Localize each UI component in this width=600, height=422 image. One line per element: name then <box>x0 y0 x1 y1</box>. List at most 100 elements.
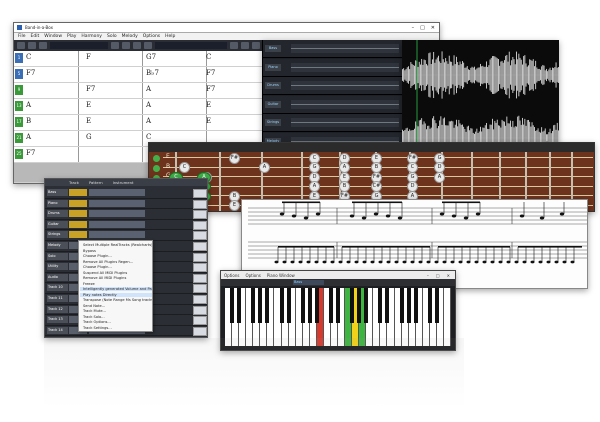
context-menu-item[interactable]: Bypass <box>83 249 96 253</box>
menu-item[interactable]: Melody <box>122 34 138 39</box>
chord-row[interactable]: 9 F7 A F7 <box>14 83 262 99</box>
chord-symbol[interactable]: G <box>86 133 92 141</box>
track-instrument-field[interactable] <box>89 220 145 228</box>
stop-button[interactable] <box>28 42 36 49</box>
menu-item[interactable]: Options <box>143 34 160 39</box>
context-menu-item[interactable]: Remove All Plugins Regen... <box>83 260 133 264</box>
black-key[interactable] <box>286 288 291 323</box>
menu-item[interactable]: File <box>18 34 26 39</box>
black-key[interactable] <box>406 288 411 323</box>
black-key[interactable] <box>434 288 439 323</box>
chord-symbol[interactable]: B <box>26 117 31 125</box>
track-type-chip[interactable] <box>69 189 87 196</box>
fret-note[interactable]: A <box>434 172 445 183</box>
context-menu-item[interactable]: Transpose (Note Range Ms Song tracks) <box>83 298 152 302</box>
fret-note[interactable]: A <box>259 162 270 173</box>
context-menu-item[interactable]: Remove All MIDI Plugins <box>83 276 126 280</box>
black-key[interactable] <box>350 288 355 323</box>
black-key[interactable] <box>427 288 432 323</box>
menu-item[interactable]: Solo <box>107 34 117 39</box>
toolbar-button[interactable] <box>252 42 260 49</box>
black-key[interactable] <box>307 288 312 323</box>
black-key[interactable] <box>265 288 270 323</box>
menu-item[interactable]: Play <box>67 34 76 39</box>
chord-row[interactable]: 13 A E A E <box>14 99 262 115</box>
track-name[interactable]: Track 12 <box>47 305 68 313</box>
context-menu-item[interactable]: Play notes Directly <box>80 292 152 297</box>
track-type-chip[interactable] <box>69 231 87 239</box>
chord-symbol[interactable]: F7 <box>206 69 215 77</box>
track-type-chip[interactable] <box>69 199 87 207</box>
toolbar-button[interactable] <box>111 42 119 49</box>
track-lane-region[interactable] <box>291 99 399 109</box>
chord-symbol[interactable]: F <box>86 53 91 61</box>
context-menu-item[interactable]: Track Options... <box>83 320 111 324</box>
track-lane[interactable]: Piano <box>263 58 403 77</box>
track-name[interactable]: Track 14 <box>47 326 68 334</box>
track-name[interactable]: Bass <box>47 189 68 196</box>
toolbar-button[interactable] <box>230 42 238 49</box>
black-key[interactable] <box>399 288 404 323</box>
close-icon[interactable]: ✕ <box>431 25 435 31</box>
black-key[interactable] <box>364 288 369 323</box>
track-options-button[interactable] <box>193 326 207 336</box>
track-name[interactable]: Drums <box>47 210 68 218</box>
chord-symbol[interactable]: C <box>26 53 31 61</box>
track-lane[interactable]: Drums <box>263 77 403 95</box>
track-name[interactable]: Piano <box>47 199 68 207</box>
piano-menu[interactable]: Options <box>245 273 260 278</box>
chord-symbol[interactable]: C <box>146 133 151 141</box>
track-instrument-field[interactable] <box>89 210 145 218</box>
black-key[interactable] <box>336 288 340 323</box>
track-instrument-field[interactable] <box>89 189 145 196</box>
maximize-icon[interactable]: □ <box>420 25 425 31</box>
chord-symbol[interactable]: F7 <box>26 69 35 77</box>
fret-note[interactable]: C <box>179 162 190 173</box>
black-key[interactable] <box>279 288 284 323</box>
track-lane[interactable]: Guitar <box>263 95 403 114</box>
track-name[interactable]: Utility <box>47 263 68 271</box>
chord-symbol[interactable]: F7 <box>26 149 35 157</box>
track-name[interactable]: Audio <box>47 273 68 281</box>
black-key[interactable] <box>314 288 319 323</box>
context-menu-item[interactable]: Select Multiple RealTracks (Realcharts) <box>83 243 152 247</box>
toolbar-button[interactable] <box>122 42 130 49</box>
context-menu-item[interactable]: Choose Plugin... <box>83 265 112 269</box>
chord-symbol[interactable]: B♭7 <box>146 69 159 77</box>
close-icon[interactable]: ✕ <box>447 273 450 278</box>
track-type-chip[interactable] <box>69 220 87 228</box>
toolbar-button[interactable] <box>133 42 141 49</box>
fret-note[interactable]: F# <box>229 153 240 164</box>
menu-item[interactable]: Harmony <box>81 34 102 39</box>
black-key[interactable] <box>357 288 362 323</box>
piano-menu[interactable]: Options <box>224 273 239 278</box>
black-key[interactable] <box>413 288 418 323</box>
chord-symbol[interactable]: C <box>206 53 211 61</box>
context-menu-item[interactable]: Freeze <box>83 282 95 286</box>
chord-symbol[interactable]: G7 <box>146 53 156 61</box>
chord-symbol[interactable]: E <box>86 117 91 125</box>
track-name[interactable]: Track 11 <box>47 295 68 302</box>
track-instrument-field[interactable] <box>89 231 145 239</box>
chord-symbol[interactable]: E <box>206 101 211 109</box>
track-name[interactable]: Guitar <box>47 220 68 228</box>
track-name[interactable]: Strings <box>47 231 68 239</box>
black-key[interactable] <box>251 288 256 323</box>
track-lane[interactable]: Bass <box>263 40 403 58</box>
chord-symbol[interactable]: A <box>146 85 151 93</box>
chord-symbol[interactable]: F7 <box>206 85 215 93</box>
minimize-icon[interactable]: – <box>427 273 429 278</box>
toolbar-button[interactable] <box>241 42 249 49</box>
track-name[interactable]: Track 13 <box>47 316 68 324</box>
chord-symbol[interactable]: A <box>146 117 151 125</box>
track-name[interactable]: Track 10 <box>47 284 68 292</box>
black-key[interactable] <box>300 288 305 323</box>
chord-row[interactable]: 17 B E A E <box>14 115 262 131</box>
track-lane-region[interactable] <box>291 118 399 127</box>
track-selector[interactable]: Bass <box>293 280 324 285</box>
toolbar-button[interactable] <box>144 42 152 49</box>
context-menu-item[interactable]: Intelligently generated Volume and Panni… <box>80 287 152 291</box>
play-button[interactable] <box>17 42 25 49</box>
guitar-control-button[interactable] <box>153 165 160 172</box>
guitar-control-button[interactable] <box>153 155 160 162</box>
